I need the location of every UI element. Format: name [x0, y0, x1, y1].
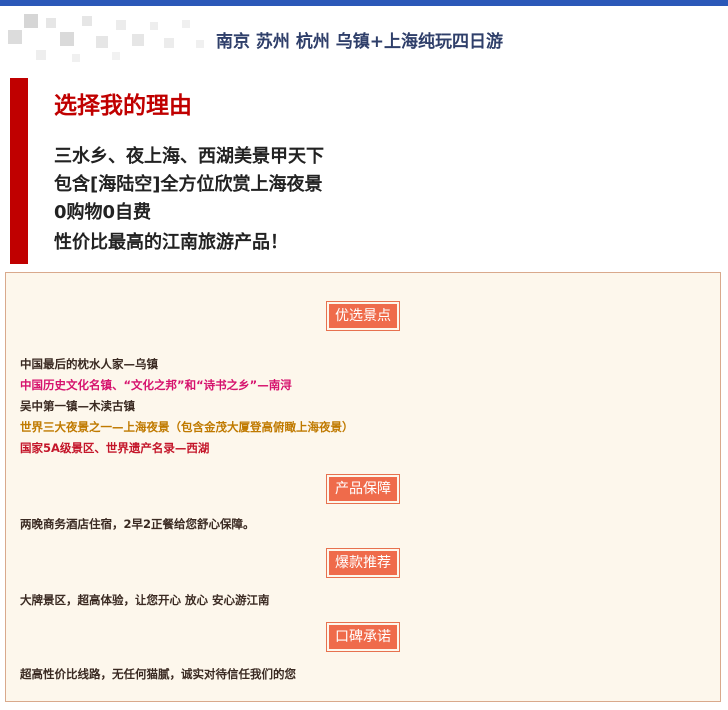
reason-line: 性价比最高的江南旅游产品！ [54, 232, 288, 253]
reasons-heading: 选择我的理由 [54, 93, 192, 119]
reputation-text: 超高性价比线路，无任何猫腻，诚实对待信任我们的您 [20, 667, 296, 681]
details-box: 优选景点 中国最后的枕水人家—乌镇 中国历史文化名镇、“文化之邦”和“诗书之乡”… [5, 272, 721, 702]
spot-item: 吴中第一镇—木渎古镇 [20, 399, 135, 413]
reason-line: 包含[海陆空]全方位欣赏上海夜景 [54, 174, 323, 195]
spots-tag-label: 优选景点 [329, 304, 397, 328]
hot-tag-label: 爆款推荐 [329, 551, 397, 575]
spot-item: 中国最后的枕水人家—乌镇 [20, 357, 158, 371]
reason-line: 0购物0自费 [54, 202, 152, 223]
spot-item: 中国历史文化名镇、“文化之邦”和“诗书之乡”—南浔 [20, 378, 292, 392]
reasons-section: 选择我的理由 三水乡、夜上海、西湖美景甲天下 包含[海陆空]全方位欣赏上海夜景 … [0, 78, 728, 264]
page-header: 南京 苏州 杭州 乌镇+上海纯玩四日游 [0, 0, 728, 70]
reputation-tag: 口碑承诺 [326, 622, 400, 652]
guarantee-tag: 产品保障 [326, 474, 400, 504]
spot-item: 世界三大夜景之一—上海夜景（包含金茂大厦登高俯瞰上海夜景） [20, 420, 354, 434]
reputation-tag-label: 口碑承诺 [329, 625, 397, 649]
guarantee-tag-label: 产品保障 [329, 477, 397, 501]
hot-text: 大牌景区，超高体验，让您开心 放心 安心游江南 [20, 593, 270, 607]
reason-line: 三水乡、夜上海、西湖美景甲天下 [54, 146, 324, 167]
reasons-accent-bar [10, 78, 28, 264]
page-title: 南京 苏州 杭州 乌镇+上海纯玩四日游 [216, 32, 503, 52]
hot-tag: 爆款推荐 [326, 548, 400, 578]
spots-tag: 优选景点 [326, 301, 400, 331]
spot-item: 国家5A级景区、世界遗产名录—西湖 [20, 441, 210, 455]
guarantee-text: 两晚商务酒店住宿，2早2正餐给您舒心保障。 [20, 517, 255, 531]
